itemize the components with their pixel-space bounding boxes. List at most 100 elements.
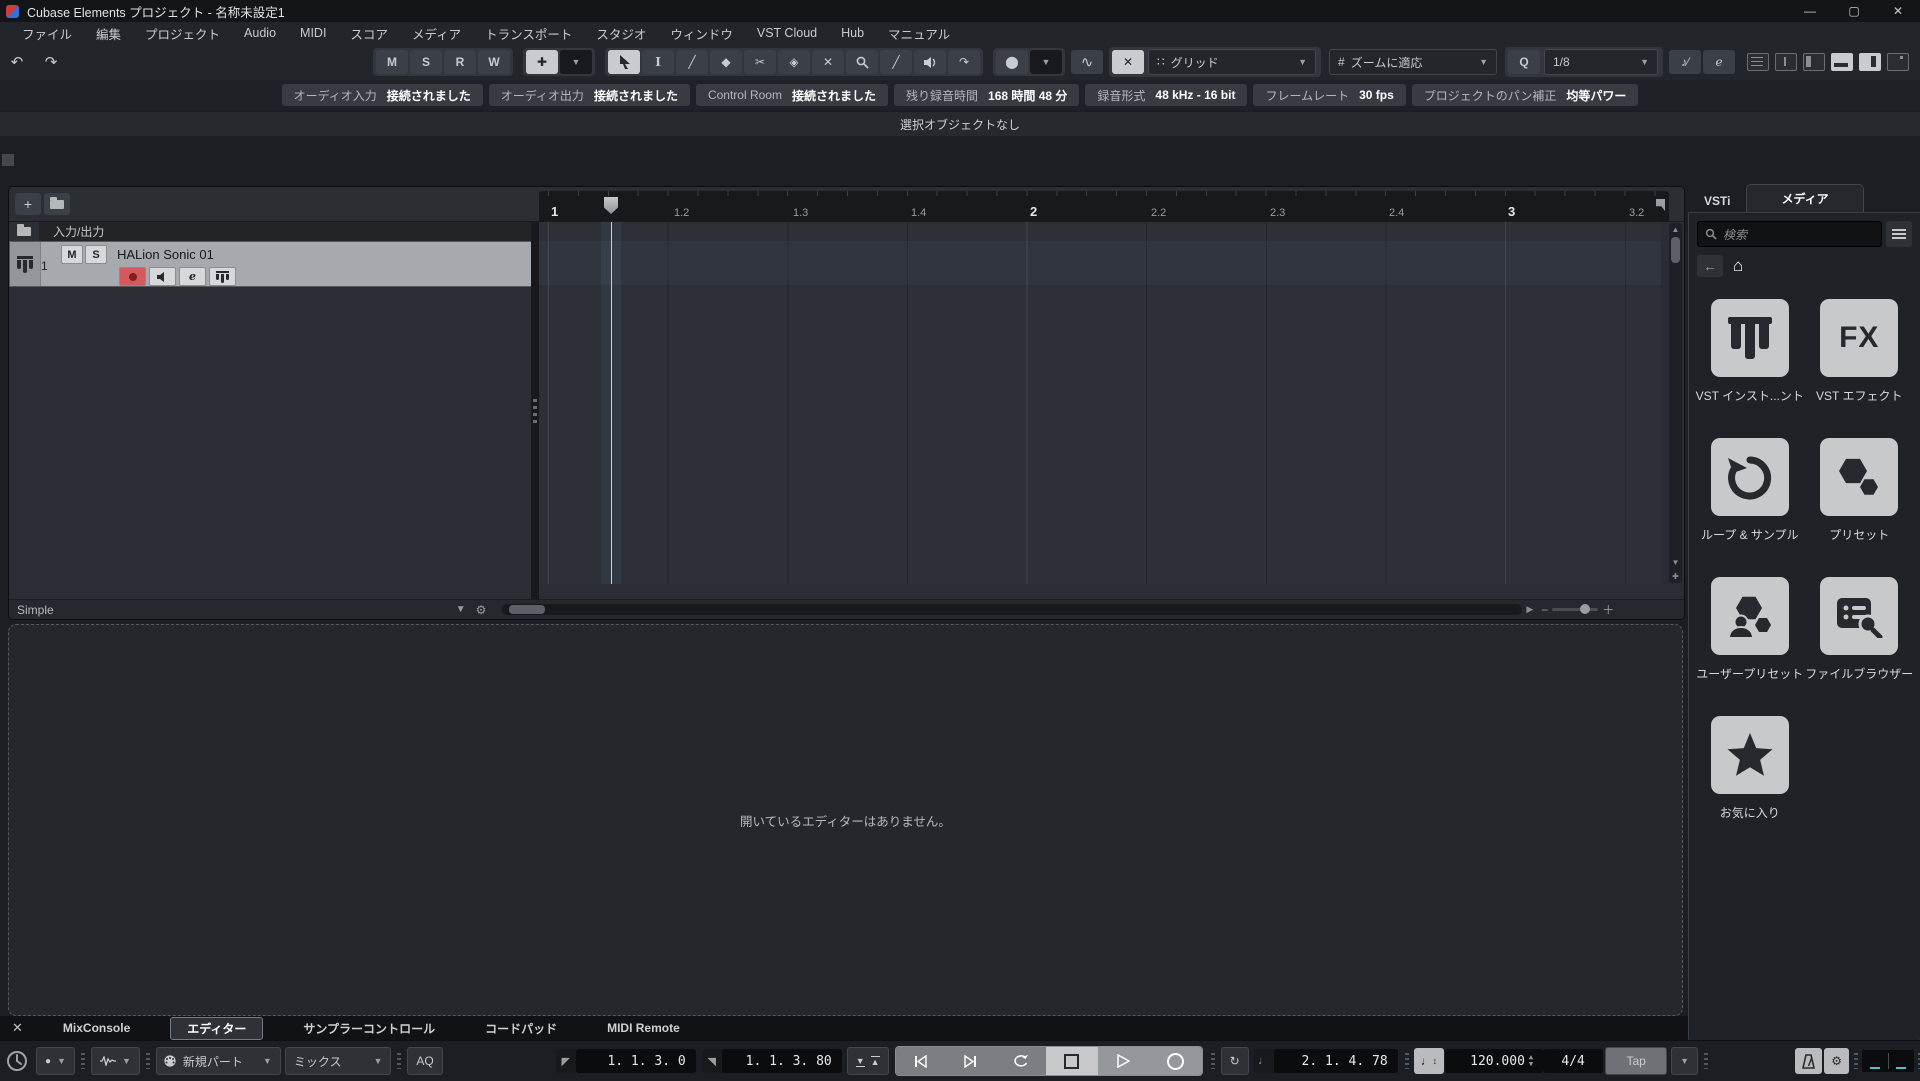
status-chip[interactable]: 録音形式 48 kHz - 16 bit [1085, 84, 1248, 106]
redo-icon[interactable]: ↷ [35, 50, 67, 74]
go-to-start-button[interactable] [895, 1047, 946, 1075]
time-signature-display[interactable]: 4/4 [1543, 1049, 1604, 1073]
track-list-settings-icon[interactable]: ⚙ [476, 603, 487, 617]
range-selection-tool[interactable]: I [642, 50, 674, 74]
right-locator-value[interactable]: 1. 1. 3. 80 [721, 1049, 842, 1073]
scroll-right-icon[interactable]: ▶ [1526, 604, 1533, 615]
cycle-button[interactable] [995, 1047, 1046, 1075]
pre-roll-icon[interactable]: ↻ [1220, 1047, 1249, 1075]
menu-item[interactable]: メディア [400, 21, 473, 46]
tempo-track-icon[interactable]: ♩ ↕ [1413, 1048, 1445, 1074]
menu-item[interactable]: トランスポート [473, 21, 584, 46]
metronome-icon[interactable] [1795, 1048, 1823, 1074]
metronome-settings-gear-icon[interactable]: ⚙ [1824, 1048, 1849, 1074]
quantize-panel-icon[interactable]: e [1703, 50, 1735, 74]
object-selection-tool[interactable] [608, 50, 640, 74]
scroll-down-icon[interactable]: ▼ [1669, 558, 1682, 567]
track-mute-button[interactable]: M [61, 245, 83, 264]
home-icon[interactable]: ⌂ [1733, 256, 1743, 276]
autoscroll-dropdown-icon[interactable]: ▼ [560, 50, 592, 74]
record-mode-dropdown[interactable]: ● ▼ [36, 1047, 75, 1075]
left-locator-value[interactable]: 1. 1. 3. 0 [575, 1049, 696, 1073]
left-zone-toggle-icon[interactable] [1803, 53, 1825, 71]
lower-zone-tab[interactable]: コードパッド [475, 1018, 567, 1039]
zoom-slider[interactable] [1552, 604, 1599, 614]
snap-icon[interactable]: ✕ [1112, 50, 1144, 74]
minimize-button[interactable]: — [1788, 0, 1832, 22]
results-list-icon[interactable] [1886, 221, 1912, 247]
info-line-toggle-icon[interactable] [1775, 53, 1797, 71]
menu-item[interactable]: プロジェクト [133, 21, 232, 46]
audio-record-mode-dropdown[interactable]: ▼ [90, 1047, 140, 1075]
glue-tool[interactable]: ◈ [778, 50, 810, 74]
tile-vst-instruments[interactable]: VST インスト...ント [1696, 299, 1804, 404]
mute-all-button[interactable]: M [376, 50, 408, 74]
vertical-zoom-icon[interactable]: ✚ [1669, 572, 1682, 581]
tempo-dropdown-icon[interactable]: ▼ [1671, 1047, 1699, 1075]
line-tool[interactable]: ╱ [880, 50, 912, 74]
zoom-in-icon[interactable]: ＋ [1602, 601, 1614, 618]
status-chip[interactable]: オーディオ入力 接続されました [281, 84, 483, 106]
menu-item[interactable]: MIDI [288, 23, 338, 43]
workspace-grid-icon[interactable] [1747, 53, 1769, 71]
quantize-preset-dropdown[interactable]: 1/8 ▼ [1544, 49, 1658, 75]
undo-icon[interactable]: ↶ [1, 50, 33, 74]
status-chip[interactable]: プロジェクトのパン補正 均等パワー [1411, 84, 1639, 106]
zoom-tool[interactable] [846, 50, 878, 74]
track-solo-button[interactable]: S [85, 245, 107, 264]
solo-all-button[interactable]: S [410, 50, 442, 74]
play-button[interactable] [1097, 1047, 1150, 1075]
menu-item[interactable]: マニュアル [876, 21, 962, 46]
draw-tool[interactable]: ╱ [676, 50, 708, 74]
horizontal-scrollbar[interactable] [502, 604, 1523, 615]
scrub-tool[interactable]: ↷ [948, 50, 980, 74]
track-name[interactable]: HALion Sonic 01 [117, 247, 214, 262]
common-record-modes-icon[interactable] [6, 1050, 28, 1072]
zoom-out-icon[interactable]: − [1541, 603, 1548, 617]
tap-tempo-button[interactable]: Tap [1605, 1047, 1668, 1075]
vertical-scroll-thumb[interactable] [1671, 237, 1680, 263]
add-track-icon[interactable]: + [15, 193, 41, 215]
menu-item[interactable]: ファイル [10, 21, 84, 46]
iterative-quantize-icon[interactable]: ♪⁄ [1669, 50, 1701, 74]
close-button[interactable]: ✕ [1876, 0, 1920, 22]
status-chip[interactable]: フレームレート 30 fps [1253, 84, 1406, 106]
lower-zone-tab[interactable]: MIDI Remote [597, 1019, 690, 1037]
color-menu-icon[interactable]: ⬤ [996, 50, 1028, 74]
menu-item[interactable]: Hub [829, 23, 876, 43]
monitor-button[interactable] [149, 267, 176, 286]
automation-follows-icon[interactable]: ∿ [1071, 50, 1103, 74]
menu-item[interactable]: スタジオ [584, 21, 658, 46]
quantize-q-icon[interactable]: Q [1508, 50, 1540, 74]
lower-zone-tab[interactable]: MixConsole [53, 1019, 140, 1037]
tile-presets[interactable]: プリセット [1807, 438, 1911, 543]
tempo-stepper-icons[interactable]: ▲ ▼ [1529, 1054, 1533, 1068]
record-enable-button[interactable] [119, 267, 146, 286]
lower-zone-toggle-icon[interactable] [1831, 53, 1853, 71]
tab-media[interactable]: メディア [1746, 184, 1864, 212]
left-locator[interactable]: ◤ 1. 1. 3. 0 [555, 1049, 696, 1073]
erase-tool[interactable]: ◆ [710, 50, 742, 74]
punch-in-out-buttons[interactable]: ▼ ▲ [846, 1047, 889, 1075]
menu-item[interactable]: スコア [338, 21, 400, 46]
split-tool[interactable]: ✂ [744, 50, 776, 74]
menu-item[interactable]: VST Cloud [745, 23, 829, 43]
stop-button[interactable] [1045, 1047, 1098, 1075]
zoom-slider-thumb[interactable] [1580, 604, 1591, 614]
scroll-up-icon[interactable]: ▲ [1669, 225, 1682, 234]
play-tool[interactable] [914, 50, 946, 74]
timeline-ruler[interactable]: 1 1.2 1.3 1.4 2 2.2 2.3 2.4 3 3.2 [539, 191, 1669, 221]
vertical-scrollbar[interactable]: ▲ ▼ ✚ [1669, 223, 1682, 583]
performance-meter[interactable] [1862, 1050, 1914, 1072]
zone-divider-handle[interactable] [2, 154, 14, 166]
right-zone-toggle-icon[interactable] [1859, 53, 1881, 71]
menu-item[interactable]: Audio [232, 23, 288, 43]
preset-dropdown-icon[interactable]: ▼ [456, 604, 466, 615]
maximize-button[interactable]: ▢ [1832, 0, 1876, 22]
time-format-icon[interactable]: ♩ [1253, 1049, 1274, 1073]
primary-time-display[interactable]: ♩ 2. 1. 4. 78 [1253, 1049, 1398, 1073]
midi-record-mix-dropdown[interactable]: ミックス ▼ [284, 1047, 392, 1075]
tile-favorites[interactable]: お気に入り [1698, 716, 1802, 821]
lower-zone-tab[interactable]: エディター [170, 1016, 264, 1040]
go-to-end-button[interactable] [945, 1047, 996, 1075]
